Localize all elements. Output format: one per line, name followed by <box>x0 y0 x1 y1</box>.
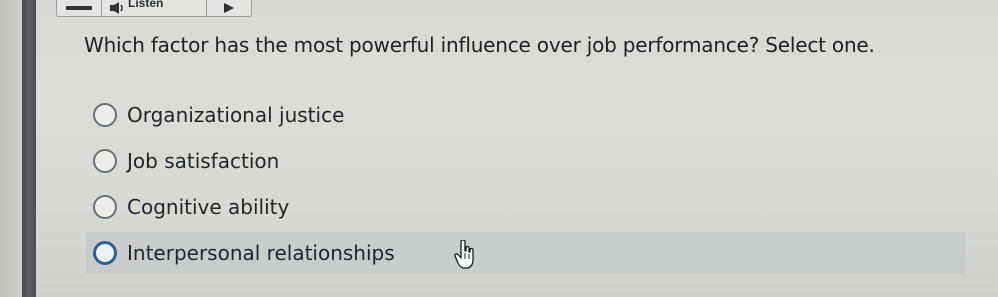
radio-button[interactable] <box>93 149 117 173</box>
option-cognitive-ability[interactable]: Cognitive ability <box>86 186 966 228</box>
listen-button[interactable]: Listen <box>102 0 207 16</box>
option-label: Cognitive ability <box>127 195 290 219</box>
option-label: Organizational justice <box>127 103 345 127</box>
read-aloud-toolbar: Listen <box>56 0 252 17</box>
answer-options: Organizational justice Job satisfaction … <box>86 94 966 278</box>
option-job-satisfaction[interactable]: Job satisfaction <box>86 140 966 182</box>
option-label: Job satisfaction <box>127 149 280 173</box>
option-label: Interpersonal relationships <box>127 241 395 265</box>
option-interpersonal-relationships[interactable]: Interpersonal relationships <box>86 232 966 274</box>
option-organizational-justice[interactable]: Organizational justice <box>86 94 966 136</box>
play-button[interactable] <box>207 0 251 16</box>
speaker-icon <box>110 2 123 14</box>
play-icon <box>224 3 234 13</box>
left-margin <box>0 0 22 297</box>
radio-button[interactable] <box>93 195 117 219</box>
menu-button[interactable] <box>57 0 102 16</box>
hamburger-icon <box>66 6 92 10</box>
hand-pointer-icon <box>454 239 476 274</box>
question-text: Which factor has the most powerful influ… <box>84 33 875 57</box>
radio-button[interactable] <box>93 103 117 127</box>
listen-label: Listen <box>128 0 164 10</box>
left-accent-bar <box>22 0 36 297</box>
radio-button[interactable] <box>93 241 117 265</box>
